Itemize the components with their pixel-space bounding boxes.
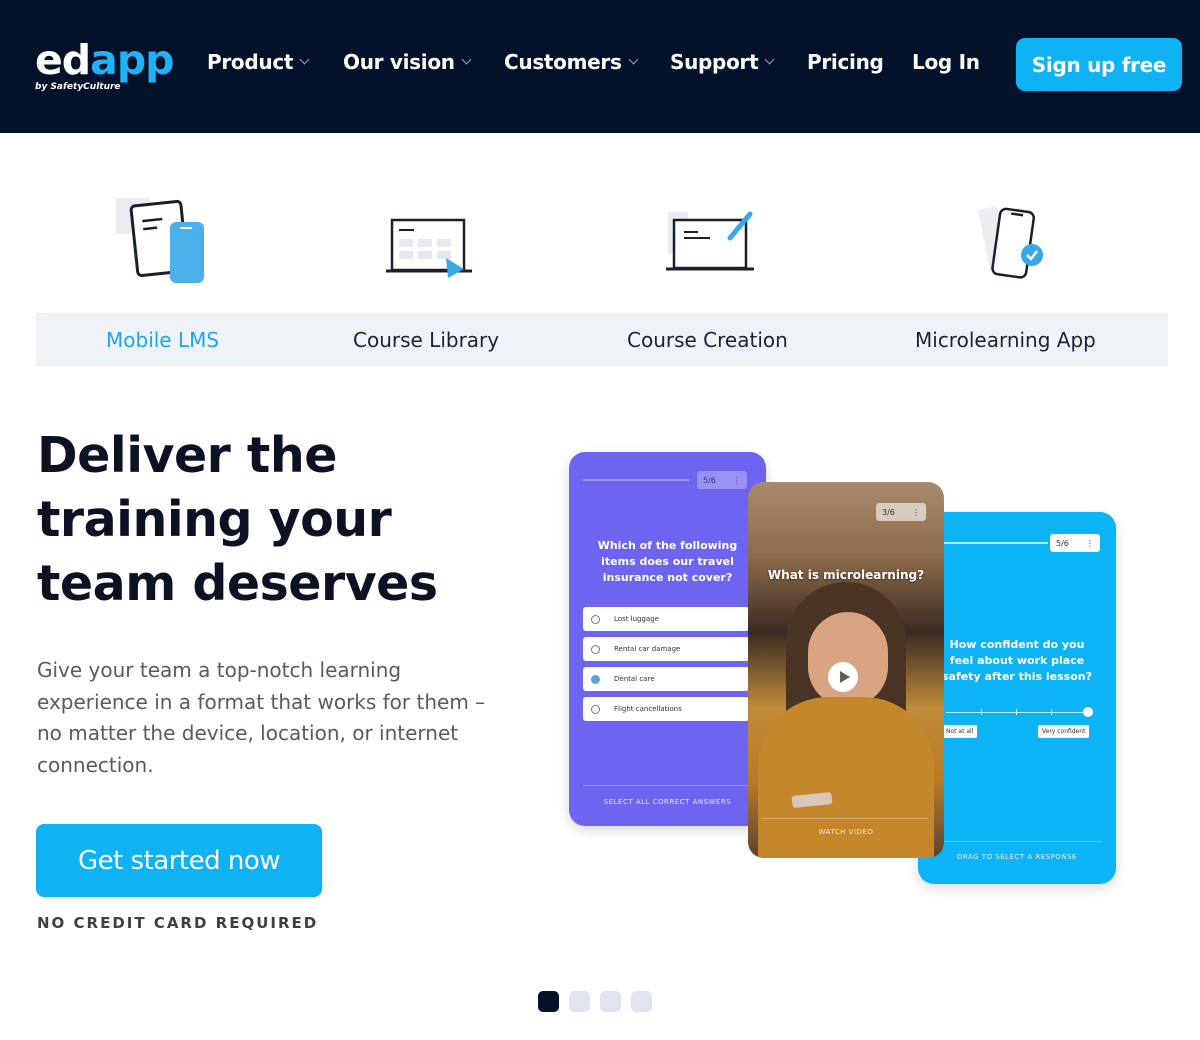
logo-wordmark: edapp — [35, 36, 175, 84]
nav-product-label: Product — [207, 50, 294, 74]
document-phone-icon[interactable] — [114, 196, 206, 286]
progress-bar — [944, 542, 1048, 544]
laptop-library-icon[interactable] — [384, 214, 474, 282]
top-navigation: edapp by SafetyCulture Product Our visio… — [0, 0, 1200, 133]
carousel-dot[interactable] — [538, 991, 559, 1012]
nav-customers[interactable]: Customers — [504, 50, 639, 74]
chevron-down-icon — [628, 54, 639, 65]
slider-max-label: Very confident — [1038, 725, 1090, 738]
nav-customers-label: Customers — [504, 50, 622, 74]
footer-divider — [934, 841, 1102, 842]
carousel-dot[interactable] — [569, 991, 590, 1012]
photo-person-face — [808, 612, 888, 707]
nav-our-vision-label: Our vision — [343, 50, 455, 74]
chevron-down-icon — [461, 54, 472, 65]
slider-tick — [1016, 709, 1017, 715]
survey-question: How confident do you feel about work pla… — [942, 638, 1092, 683]
slider-min-label: Not at all — [942, 725, 978, 738]
tab-microlearning-app[interactable]: Microlearning App — [915, 313, 1096, 366]
quiz-option[interactable]: Dental care — [583, 667, 749, 691]
nav-log-in-label: Log In — [912, 50, 980, 74]
logo-app: app — [90, 36, 174, 84]
quiz-card: 5/6 ⋮ Which of the following items does o… — [569, 452, 766, 826]
video-title: What is microlearning? — [767, 568, 925, 582]
nav-product[interactable]: Product — [207, 50, 310, 74]
video-footer: WATCH VIDEO — [818, 828, 874, 836]
slider-tick — [981, 709, 982, 715]
progress-bar — [583, 479, 689, 481]
more-icon[interactable]: ⋮ — [1086, 539, 1094, 548]
quiz-option[interactable]: Flight cancellations — [583, 697, 749, 721]
carousel-dot[interactable] — [631, 991, 652, 1012]
laptop-pen-icon[interactable] — [664, 210, 756, 276]
hero-title-line: team deserves — [37, 555, 438, 612]
quiz-option[interactable]: Rental car damage — [583, 637, 749, 661]
video-card[interactable]: 3/6 ⋮ What is microlearning? WATCH VIDEO — [748, 482, 944, 858]
carousel-dot[interactable] — [600, 991, 621, 1012]
chevron-down-icon — [764, 54, 775, 65]
sign-up-free-button[interactable]: Sign up free — [1016, 38, 1182, 91]
question-counter: 5/6 ⋮ — [697, 471, 747, 489]
edapp-logo[interactable]: edapp by SafetyCulture — [35, 36, 175, 92]
question-counter: 5/6 ⋮ — [1050, 534, 1100, 552]
carousel-pagination — [538, 991, 652, 1012]
quiz-option[interactable]: Lost luggage — [583, 607, 749, 631]
tab-course-creation[interactable]: Course Creation — [627, 313, 788, 366]
nav-pricing-label: Pricing — [807, 50, 884, 74]
footer-divider — [583, 785, 749, 786]
footer-divider — [762, 818, 928, 819]
checkbox-icon — [591, 644, 600, 654]
checkbox-icon — [591, 704, 600, 714]
option-label: Dental care — [614, 675, 655, 683]
hero-title: Deliver the training your team deserves — [37, 424, 438, 616]
counter-text: 5/6 — [1056, 538, 1069, 548]
tab-course-library[interactable]: Course Library — [353, 313, 499, 366]
play-button-icon[interactable] — [828, 662, 858, 692]
nav-support[interactable]: Support — [670, 50, 775, 74]
quiz-footer: SELECT ALL CORRECT ANSWERS — [603, 798, 732, 806]
play-triangle — [839, 671, 850, 683]
option-label: Flight cancellations — [614, 705, 682, 713]
no-credit-card-note: NO CREDIT CARD REQUIRED — [37, 914, 319, 932]
quiz-question: Which of the following items does our tr… — [597, 539, 738, 584]
hero-title-line: training your — [37, 491, 392, 548]
checkbox-checked-icon — [591, 674, 600, 684]
tab-mobile-lms[interactable]: Mobile LMS — [106, 313, 219, 366]
nav-our-vision[interactable]: Our vision — [343, 50, 472, 74]
counter-text: 3/6 — [882, 507, 895, 517]
get-started-button[interactable]: Get started now — [36, 824, 322, 897]
product-tab-bar: Mobile LMS Course Library Course Creatio… — [36, 313, 1168, 366]
counter-text: 5/6 — [703, 475, 716, 485]
chevron-down-icon — [299, 54, 310, 65]
video-counter: 3/6 ⋮ — [876, 503, 926, 521]
slider-tick — [1051, 709, 1052, 715]
logo-ed: ed — [35, 36, 91, 84]
checkbox-icon — [591, 614, 600, 624]
more-icon[interactable]: ⋮ — [733, 476, 741, 485]
hero-title-line: Deliver the — [37, 427, 337, 484]
option-label: Lost luggage — [614, 615, 659, 623]
nav-support-label: Support — [670, 50, 759, 74]
option-label: Rental car damage — [614, 645, 681, 653]
nav-log-in[interactable]: Log In — [912, 50, 980, 74]
hero-description: Give your team a top-notch learning expe… — [37, 658, 486, 777]
survey-footer: DRAG TO SELECT A RESPONSE — [957, 853, 1077, 861]
rating-slider-track[interactable] — [946, 712, 1088, 713]
nav-pricing[interactable]: Pricing — [807, 50, 884, 74]
phone-check-icon[interactable] — [974, 204, 1050, 282]
survey-card: 5/6 ⋮ How confident do you feel about wor… — [918, 512, 1116, 884]
more-icon[interactable]: ⋮ — [912, 508, 920, 517]
rating-slider-thumb[interactable] — [1083, 707, 1093, 717]
